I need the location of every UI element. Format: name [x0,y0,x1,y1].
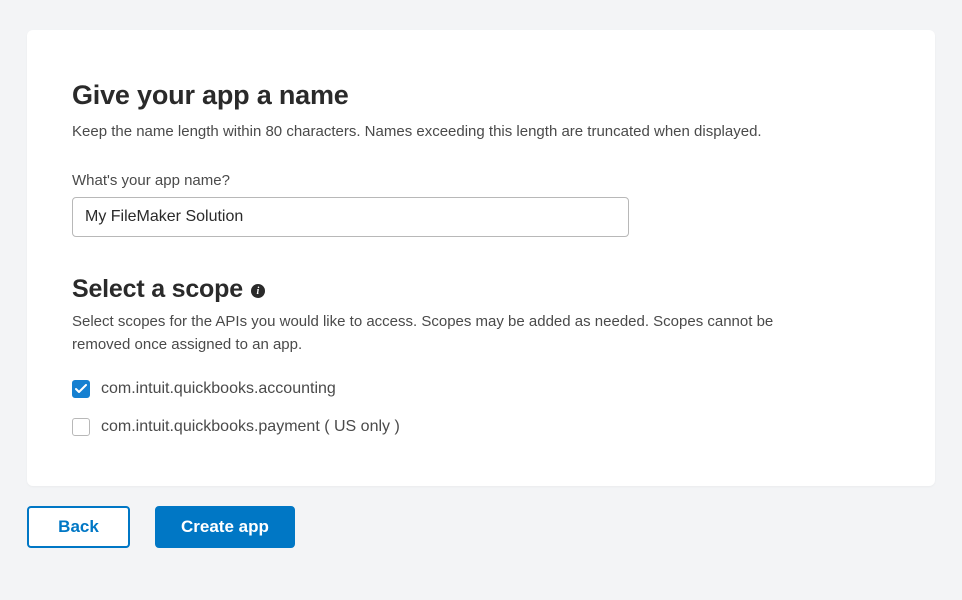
checkbox-label-payment[interactable]: com.intuit.quickbooks.payment ( US only … [101,418,400,436]
scope-option-accounting: com.intuit.quickbooks.accounting [72,380,890,398]
app-name-field-label: What's your app name? [72,172,890,189]
scope-title-row: Select a scope i [72,275,890,304]
checkbox-payment[interactable] [72,418,90,436]
app-name-description: Keep the name length within 80 character… [72,121,890,144]
info-icon[interactable]: i [251,284,265,298]
button-row: Back Create app [27,506,935,548]
checkbox-label-accounting[interactable]: com.intuit.quickbooks.accounting [101,380,336,398]
scope-option-payment: com.intuit.quickbooks.payment ( US only … [72,418,890,436]
back-button[interactable]: Back [27,506,130,548]
app-name-input[interactable] [72,197,629,237]
app-name-title: Give your app a name [72,80,890,111]
scope-section: Select a scope i Select scopes for the A… [72,275,890,437]
checkmark-icon [75,384,87,394]
create-app-button[interactable]: Create app [155,506,295,548]
scope-description: Select scopes for the APIs you would lik… [72,310,832,357]
form-card: Give your app a name Keep the name lengt… [27,30,935,486]
scope-title: Select a scope [72,275,243,304]
checkbox-accounting[interactable] [72,380,90,398]
